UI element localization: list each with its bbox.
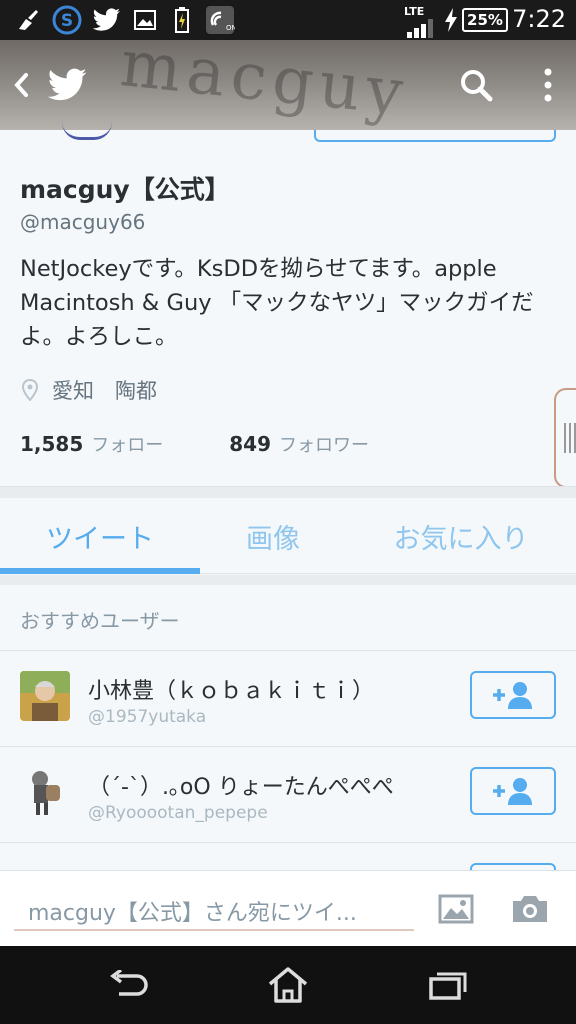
system-navigation-bar xyxy=(0,946,576,1024)
following-label: フォロー xyxy=(91,435,164,456)
reply-tweet-input[interactable]: macguy【公式】さん宛にツイ... xyxy=(14,885,414,931)
profile-avatar[interactable] xyxy=(62,122,112,140)
suggested-user-row[interactable]: （´-`）.｡oO りょーたんぺぺぺ @Ryooootan_pepepe xyxy=(0,747,576,843)
camera-button[interactable] xyxy=(510,889,550,929)
signal-strength-icon xyxy=(404,14,438,42)
profile-bio: NetJockeyです。KsDDを拗らせてます。apple Macintosh … xyxy=(20,256,534,350)
user-name: 小林豊（ｋｏｂａｋｉｔｉ） xyxy=(88,679,375,704)
active-tab-indicator xyxy=(0,568,200,574)
follow-user-button[interactable] xyxy=(470,767,556,815)
nfc-icon: ON xyxy=(204,6,236,34)
following-link[interactable]: 1,585 フォロー xyxy=(20,431,163,457)
profile-banner: macguy xyxy=(0,40,576,130)
suggested-users-title: おすすめユーザー xyxy=(20,609,180,633)
charging-bolt-icon xyxy=(442,6,460,34)
profile-handle: @macguy66 xyxy=(20,210,146,234)
following-count: 1,585 xyxy=(20,432,84,456)
image-notification-icon xyxy=(132,6,158,34)
system-recents-button[interactable] xyxy=(418,962,478,1008)
image-icon xyxy=(438,894,474,924)
twitter-logo-icon xyxy=(44,62,92,108)
user-avatar[interactable] xyxy=(20,671,70,721)
twitter-profile-screen: S ON LTE 25% 7:22 macguy macguy【公式】 @mac… xyxy=(0,0,576,1024)
section-divider xyxy=(0,575,576,585)
followers-label: フォロワー xyxy=(279,435,370,456)
overflow-menu-button[interactable] xyxy=(530,62,566,108)
add-user-icon xyxy=(493,778,532,805)
system-back-button[interactable] xyxy=(98,962,158,1008)
profile-tabs: ツイート 画像 お気に入り xyxy=(0,498,576,574)
home-icon xyxy=(268,967,308,1003)
followers-count: 849 xyxy=(229,432,272,456)
svg-text:ON: ON xyxy=(226,24,235,32)
followers-link[interactable]: 849 フォロワー xyxy=(229,431,369,457)
system-home-button[interactable] xyxy=(258,962,318,1008)
back-arrow-icon xyxy=(110,970,148,996)
tab-media[interactable]: 画像 xyxy=(200,498,346,574)
banner-handwriting: macguy xyxy=(116,40,413,130)
twitter-notification-icon xyxy=(92,6,122,34)
suggested-users-header: おすすめユーザー xyxy=(0,585,576,651)
user-avatar[interactable] xyxy=(20,767,70,817)
clock: 7:22 xyxy=(512,5,566,33)
compose-bar: macguy【公式】さん宛にツイ... xyxy=(0,870,576,946)
attach-image-button[interactable] xyxy=(436,889,476,929)
location-text: 愛知 陶都 xyxy=(52,379,157,403)
suggested-user-row[interactable]: 小林豊（ｋｏｂａｋｉｔｉ） @1957yutaka xyxy=(0,651,576,747)
edit-follow-button[interactable] xyxy=(314,130,556,142)
user-name: （´-`）.｡oO りょーたんぺぺぺ xyxy=(88,775,394,800)
camera-icon xyxy=(513,896,547,922)
chevron-left-icon xyxy=(14,73,28,97)
profile-location: 愛知 陶都 xyxy=(22,376,157,404)
battery-charging-notification-icon xyxy=(170,6,194,34)
search-button[interactable] xyxy=(454,62,498,108)
side-drawer-handle[interactable] xyxy=(554,388,576,488)
profile-stats: 1,585 フォロー 849 フォロワー xyxy=(20,430,369,458)
follow-user-button[interactable] xyxy=(470,671,556,719)
profile-name: macguy【公式】 xyxy=(20,175,230,204)
back-button[interactable] xyxy=(4,62,38,108)
user-handle: @1957yutaka xyxy=(88,707,207,727)
location-pin-icon xyxy=(22,379,38,401)
profile-info: macguy【公式】 @macguy66 NetJockeyです。KsDDを拗ら… xyxy=(0,130,576,488)
search-icon xyxy=(461,70,493,102)
status-bar: S ON LTE 25% 7:22 xyxy=(0,0,576,40)
user-handle: @Ryooootan_pepepe xyxy=(88,803,268,823)
add-user-icon xyxy=(493,682,532,709)
battery-level: 25% xyxy=(462,8,508,32)
section-divider xyxy=(0,486,576,498)
broom-icon xyxy=(14,6,42,34)
tab-favorites[interactable]: お気に入り xyxy=(346,498,576,574)
more-vertical-icon xyxy=(544,68,552,102)
recent-apps-icon xyxy=(429,972,467,1000)
svg-text:S: S xyxy=(61,11,73,31)
tab-tweets[interactable]: ツイート xyxy=(0,498,200,574)
app-s-icon: S xyxy=(50,5,84,35)
